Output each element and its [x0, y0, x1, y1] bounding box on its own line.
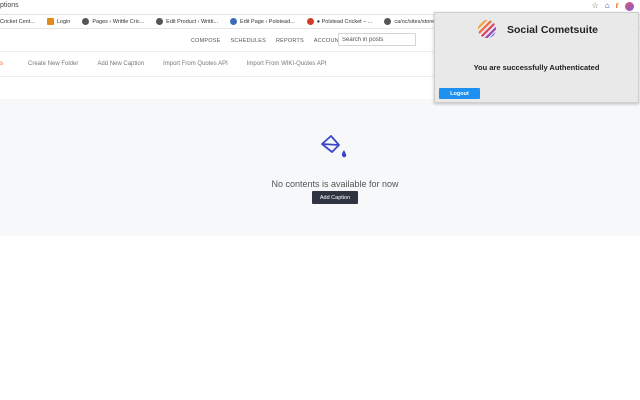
- content-panel: [0, 99, 640, 236]
- cometsuite-logo-icon: [478, 20, 496, 38]
- bookmark-favicon-icon: [384, 18, 392, 25]
- empty-state-message: No contents is available for now: [271, 179, 399, 189]
- nav-schedules[interactable]: SCHEDULES: [231, 38, 266, 44]
- bookmark-item[interactable]: ca/oc/sites/store: [384, 18, 434, 25]
- bookmark-favicon-icon: [306, 18, 314, 25]
- tab-active[interactable]: s: [0, 61, 3, 67]
- bookmark-item[interactable]: Pages ‹ Writtle Cric...: [82, 18, 144, 25]
- popup-title: Social Cometsuite: [507, 24, 599, 36]
- star-icon[interactable]: ☆: [592, 1, 599, 11]
- bookmark-item[interactable]: ● Polstead Cricket – ...: [306, 18, 373, 25]
- wordpress-favicon-icon: [82, 18, 90, 25]
- logout-button[interactable]: Logout: [439, 88, 480, 99]
- bookmark-label: ca/oc/sites/store: [394, 18, 435, 25]
- url-text[interactable]: ptions: [0, 2, 19, 9]
- bookmark-label: ● Polstead Cricket – ...: [316, 18, 373, 25]
- bookmark-label: Pages ‹ Writtle Cric...: [92, 18, 145, 25]
- main-nav: COMPOSE SCHEDULES REPORTS ACCOUNTS: [191, 38, 346, 44]
- tab-import-wiki-quotes-api[interactable]: Import From WIKI-Quotes API: [247, 61, 327, 67]
- extension-flag-icon[interactable]: ᴦ: [616, 1, 619, 11]
- tab-create-new-folder[interactable]: Create New Folder: [28, 61, 78, 67]
- bookmark-label: Cricket Cent...: [0, 18, 35, 25]
- bookmark-item[interactable]: Cricket Cent...: [0, 19, 35, 25]
- nav-compose[interactable]: COMPOSE: [191, 38, 221, 44]
- bookmark-item[interactable]: Edit Page ‹ Polstead...: [230, 18, 295, 25]
- wordpress-favicon-icon: [156, 18, 164, 25]
- browser-toolbar-icons: ☆ ⌂ ᴦ: [592, 1, 634, 11]
- tab-bar: s Create New Folder Add New Caption Impo…: [0, 61, 345, 67]
- paint-bucket-icon: [321, 135, 347, 158]
- search-input[interactable]: [338, 33, 416, 46]
- auth-status-message: You are successfully Authenticated: [473, 63, 600, 72]
- tab-add-new-caption[interactable]: Add New Caption: [97, 61, 144, 67]
- wordpress-favicon-icon: [230, 18, 238, 25]
- nav-reports[interactable]: REPORTS: [276, 38, 304, 44]
- bookmark-item[interactable]: Edit Product ‹ Writti...: [156, 18, 218, 25]
- bookmark-item[interactable]: Login: [46, 18, 71, 25]
- bookmark-label: Edit Product ‹ Writti...: [166, 18, 219, 25]
- extension-home-icon[interactable]: ⌂: [605, 1, 610, 11]
- bookmark-label: Login: [56, 18, 71, 25]
- profile-avatar[interactable]: [625, 1, 634, 11]
- bookmark-label: Edit Page ‹ Polstead...: [240, 18, 295, 25]
- bookmark-favicon-icon: [46, 18, 54, 25]
- extension-popup: Social Cometsuite You are successfully A…: [434, 12, 639, 103]
- add-caption-button[interactable]: Add Caption: [312, 191, 358, 204]
- tab-import-quotes-api[interactable]: Import From Quotes API: [163, 61, 228, 67]
